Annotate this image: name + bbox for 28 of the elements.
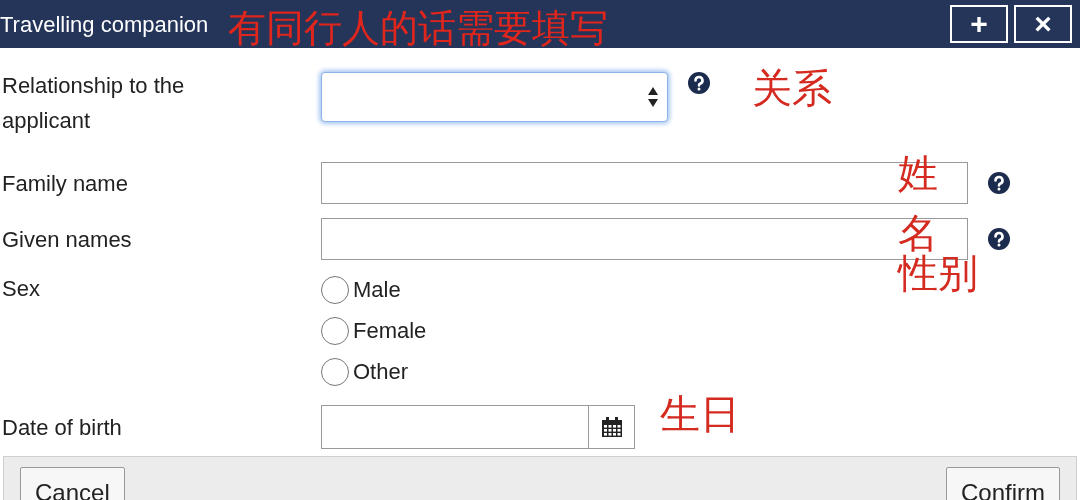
close-button[interactable]: ×: [1014, 5, 1072, 43]
radio-option[interactable]: Female: [321, 310, 427, 351]
radio-option[interactable]: Other: [321, 351, 427, 392]
annotation-text: 生日: [660, 394, 740, 434]
annotation-text: 有同行人的话需要填写: [228, 9, 609, 47]
radio-option[interactable]: Male: [321, 269, 427, 310]
field-label: Sex: [2, 275, 41, 303]
relationship-select[interactable]: [321, 72, 668, 122]
field-label: Relationship to the applicant: [2, 72, 186, 135]
updown-caret-icon: [647, 86, 659, 108]
date-field[interactable]: [321, 405, 589, 449]
radio-button[interactable]: [321, 357, 349, 386]
field-label: Given names: [2, 225, 133, 254]
calendar-icon: [600, 416, 623, 438]
help-icon[interactable]: [988, 228, 1010, 250]
field-label: Date of birth: [2, 413, 123, 442]
calendar-button[interactable]: [589, 405, 635, 449]
radio-button[interactable]: [321, 316, 349, 345]
add-button[interactable]: +: [950, 5, 1008, 43]
radio-button[interactable]: [321, 275, 349, 304]
annotation-text: 姓: [898, 153, 938, 193]
help-icon[interactable]: [688, 72, 710, 94]
field-label: Family name: [2, 169, 129, 198]
annotation-text: 性别: [898, 253, 978, 293]
annotation-text: 关系: [752, 68, 832, 108]
annotation-text: 名: [898, 213, 938, 253]
window-title: Travelling companion: [0, 10, 209, 39]
help-icon[interactable]: [988, 172, 1010, 194]
